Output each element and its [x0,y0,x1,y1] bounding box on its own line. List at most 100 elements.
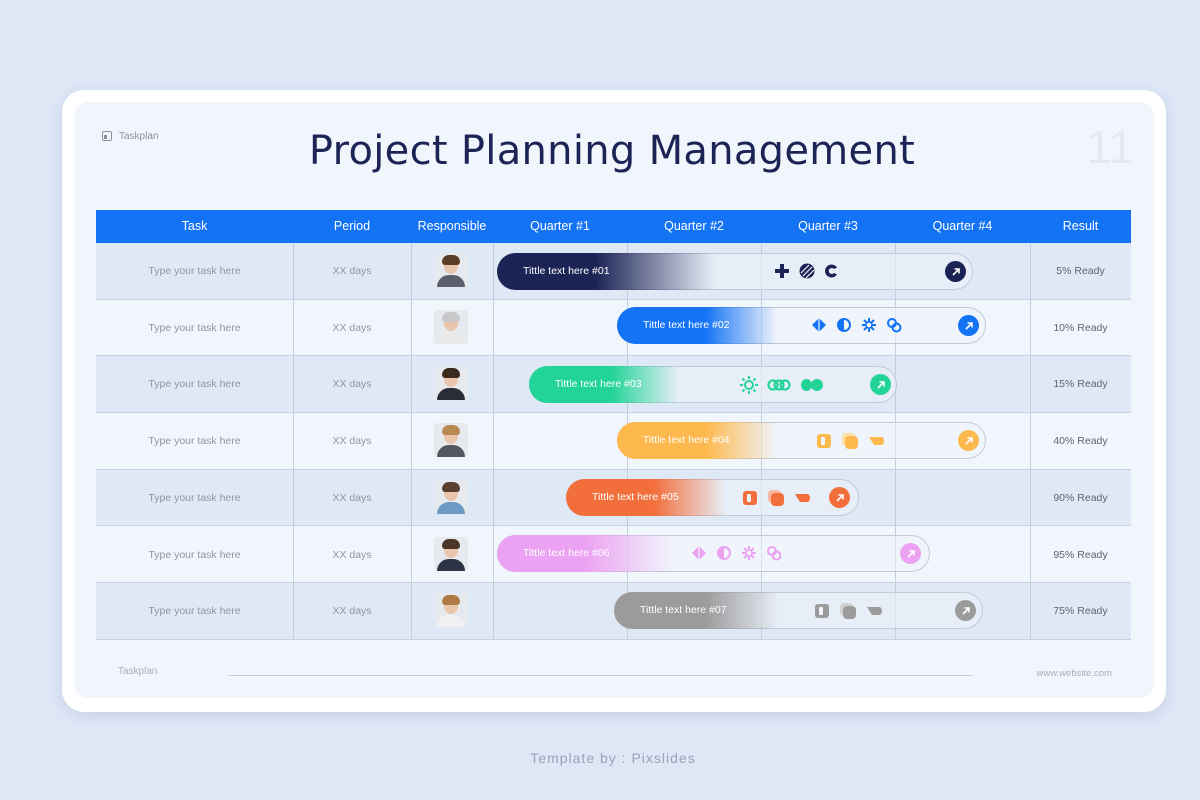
footer-brand: Taskplan [118,666,158,677]
arrow-up-right-icon [964,321,973,330]
task-cell[interactable]: Type your task here [96,300,293,356]
result-cell: 90% Ready [1053,491,1108,504]
brand-name: Taskplan [119,130,159,142]
wave-shape-icon [795,494,810,502]
open-task-button[interactable] [945,261,966,282]
rounded-square-icon [817,434,831,448]
wave-shape-icon [869,437,884,445]
sunburst-icon [740,376,758,394]
open-task-button[interactable] [958,430,979,451]
infinity-loops-icon [767,379,791,391]
template-credit: Template by : Pixslides [530,750,696,766]
arrow-up-right-icon [835,493,844,502]
gantt-bar-02[interactable]: Tittle text here #02 [617,307,986,344]
rounded-square-icon [815,604,829,618]
header-responsible: Responsible [417,219,487,233]
period-cell: XX days [332,321,372,334]
period-cell: XX days [332,378,372,391]
task-cell[interactable]: Type your task here [96,243,293,299]
plus-icon [775,264,789,278]
header-quarter-1: Quarter #1 [530,219,590,233]
bar-label: Tittle text here #03 [555,378,642,390]
header-task: Task [181,219,208,233]
open-task-button[interactable] [870,374,891,395]
open-task-button[interactable] [829,487,850,508]
header-quarter-2: Quarter #2 [664,219,724,233]
bar-icons [811,317,902,333]
bar-icons [774,263,840,279]
column-divider [411,243,412,640]
open-task-button[interactable] [958,315,979,336]
half-circle-icon [717,546,731,560]
page-number: 11 [1086,121,1134,173]
brand: Taskplan [102,129,158,143]
header-period: Period [333,219,371,233]
avatar [434,593,468,628]
starburst-icon [742,546,756,560]
header-quarter-3: Quarter #3 [798,219,858,233]
striped-circle-icon [799,263,815,279]
arrow-up-right-icon [906,549,915,558]
task-cell[interactable]: Type your task here [96,470,293,526]
column-divider [1030,243,1031,640]
period-cell: XX days [332,548,372,561]
result-cell: 5% Ready [1056,265,1105,277]
open-task-button[interactable] [900,543,921,564]
gantt-bar-07[interactable]: Tittle text here #07 [614,592,983,629]
bar-label: Tittle text here #07 [640,604,727,616]
avatar [434,366,468,401]
avatar [434,253,468,287]
result-cell: 40% Ready [1053,435,1108,448]
bar-label: Tittle text here #05 [592,491,679,503]
layered-squares-icon [840,603,856,619]
gantt-bar-06[interactable]: Tittle text here #06 [497,535,930,572]
bar-label: Tittle text here #01 [523,265,610,277]
diamond-split-icon [812,318,826,332]
bar-label: Tittle text here #04 [643,434,730,446]
gantt-bar-05[interactable]: Tittle text here #05 [566,479,859,516]
period-cell: XX days [332,605,372,618]
c-shape-icon [825,264,837,278]
arrow-up-right-icon [876,380,885,389]
linked-hexagons-icon [767,546,782,561]
bar-icons [816,432,888,450]
bar-icons [691,545,782,561]
pill-dots-icon [801,379,823,391]
bar-icons [740,376,824,394]
task-cell[interactable]: Type your task here [96,583,293,639]
diamond-split-icon [692,546,706,560]
task-cell[interactable]: Type your task here [96,527,293,583]
task-cell[interactable]: Type your task here [96,356,293,412]
avatar [434,309,468,344]
header-quarter-4: Quarter #4 [932,219,993,233]
rounded-square-icon [743,491,757,505]
starburst-icon [862,318,876,332]
open-task-button[interactable] [955,600,976,621]
footer-divider [229,675,973,676]
arrow-up-right-icon [951,267,960,276]
bar-icons [814,602,886,620]
layered-squares-icon [842,433,858,449]
bar-label: Tittle text here #06 [523,547,610,559]
wave-shape-icon [867,607,882,615]
layered-squares-icon [768,490,784,506]
period-cell: XX days [332,265,372,277]
result-cell: 10% Ready [1053,321,1108,334]
arrow-up-right-icon [961,606,970,615]
footer-website-link[interactable]: www.website.com [1000,668,1113,679]
linked-hexagons-icon [887,318,902,333]
taskplan-logo-icon [102,131,112,141]
bar-label: Tittle text here #02 [643,319,730,331]
avatar [434,479,468,514]
table-header: Task Period Responsible Quarter #1 Quart… [96,210,1131,243]
result-cell: 15% Ready [1053,378,1108,391]
gantt-bar-04[interactable]: Tittle text here #04 [617,422,986,459]
task-cell[interactable]: Type your task here [96,413,293,469]
column-divider [293,243,294,640]
bar-icons [742,489,814,507]
page-title: Project Planning Management [308,128,916,174]
gantt-bar-01[interactable]: Tittle text here #01 [497,253,973,290]
gantt-bar-03[interactable]: Tittle text here #03 [529,366,897,403]
half-circle-icon [837,318,851,332]
header-result: Result [1062,219,1099,233]
